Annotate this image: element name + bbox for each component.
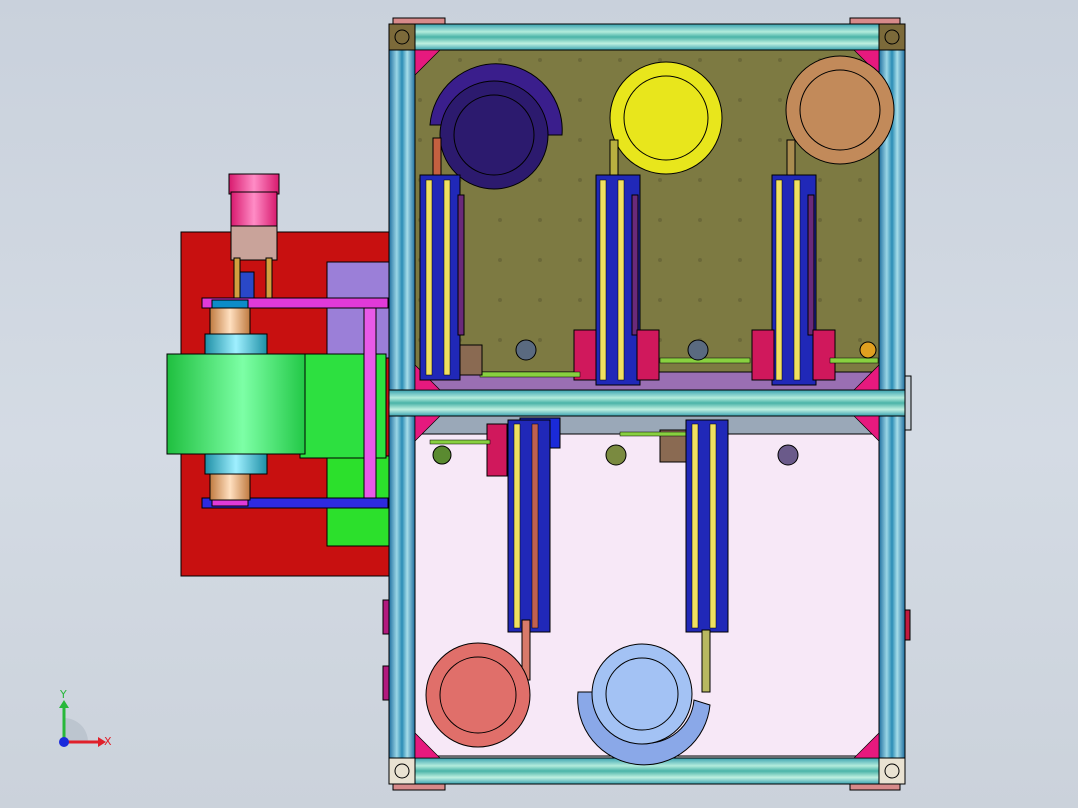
lower-plate-edge	[413, 415, 881, 435]
indigo-reel[interactable]	[439, 80, 549, 190]
upper-shaft	[479, 371, 581, 378]
lower-collar	[204, 453, 268, 475]
blue-reel[interactable]	[591, 643, 693, 745]
foot-bl	[392, 783, 446, 791]
orientation-triad: X Y	[59, 688, 112, 748]
tan-reel[interactable]	[785, 55, 895, 165]
salmon-reel[interactable]	[425, 642, 531, 748]
foot-br	[849, 783, 901, 791]
motor-cap[interactable]	[228, 173, 280, 195]
sensor-disc-2	[687, 339, 709, 361]
lower-disc-1	[432, 445, 452, 465]
upper-collar	[204, 333, 268, 355]
lower-disc-2	[605, 444, 627, 466]
side-tab-left-1	[382, 599, 390, 635]
slide-module-2[interactable]	[595, 174, 641, 386]
side-tab-left-2	[382, 665, 390, 701]
yellow-reel-arm	[609, 139, 619, 181]
motor-flange	[230, 225, 278, 261]
motor-shaft-left	[233, 257, 241, 305]
lower-shaft-2	[619, 431, 691, 437]
lower-roller	[209, 473, 251, 501]
motor-body[interactable]	[230, 191, 278, 229]
cad-viewport[interactable]: X Y	[0, 0, 1078, 808]
upper-block	[459, 344, 483, 376]
lower-disc-3	[777, 444, 799, 466]
motor-shaft-right	[265, 257, 273, 305]
purple-plate	[326, 261, 390, 359]
slide-module-3[interactable]	[771, 174, 817, 386]
upper-shaft-3	[829, 357, 879, 364]
side-tab-right	[904, 375, 912, 431]
sensor-disc-1	[515, 339, 537, 361]
side-tab-right-2	[904, 609, 911, 641]
slide-module-1[interactable]	[419, 174, 465, 381]
top-arm-hub	[211, 299, 249, 309]
foot-tr	[849, 17, 901, 25]
lower-shaft-1	[429, 439, 491, 445]
foot-tl	[392, 17, 446, 25]
x-axis-label: X	[104, 735, 112, 748]
side-drive-assembly[interactable]	[166, 173, 394, 577]
tan-reel-arm	[786, 139, 796, 181]
z-axis-dot	[59, 737, 69, 747]
y-arrow-head	[59, 700, 69, 708]
y-axis-label: Y	[59, 688, 67, 701]
top-frame-rail	[388, 23, 906, 51]
upper-shaft-2	[659, 357, 751, 364]
yellow-reel[interactable]	[609, 61, 723, 175]
middle-frame-rail	[388, 389, 906, 417]
green-drum[interactable]	[166, 353, 306, 455]
triad-arc	[64, 718, 88, 742]
vertical-guide-rod	[363, 305, 377, 503]
sensor-disc-3	[859, 341, 877, 359]
